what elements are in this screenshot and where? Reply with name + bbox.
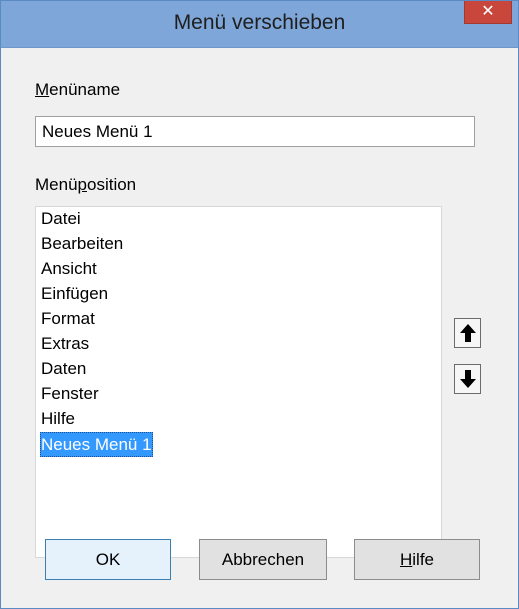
move-up-button[interactable] — [454, 318, 481, 348]
help-button[interactable]: Hilfe — [354, 539, 480, 580]
close-icon: ✕ — [481, 3, 495, 20]
help-button-mnemonic: H — [399, 550, 413, 569]
menuposition-label-before: Menü — [35, 175, 78, 194]
title-bar[interactable]: Menü verschieben ✕ — [1, 1, 518, 48]
list-item-einfuegen[interactable]: Einfügen — [40, 282, 109, 305]
list-item-extras[interactable]: Extras — [40, 332, 90, 355]
list-item-bearbeiten[interactable]: Bearbeiten — [40, 232, 124, 255]
list-item-hilfe[interactable]: Hilfe — [40, 407, 76, 430]
list-item-ansicht[interactable]: Ansicht — [40, 257, 98, 280]
move-down-button[interactable] — [454, 364, 481, 394]
dialog-title: Menü verschieben — [173, 11, 346, 34]
arrow-down-icon — [460, 370, 476, 388]
list-item-format[interactable]: Format — [40, 307, 96, 330]
list-item-neues-menue-selected[interactable]: Neues Menü 1 — [40, 432, 153, 457]
close-button[interactable]: ✕ — [464, 1, 512, 24]
menuname-label-rest: enüname — [49, 80, 121, 99]
menuname-label-mnemonic: M — [35, 80, 50, 99]
menuname-input[interactable] — [35, 116, 475, 147]
arrow-up-icon — [460, 324, 476, 342]
menuposition-label-after: osition — [87, 175, 137, 194]
list-item-fenster[interactable]: Fenster — [40, 382, 100, 405]
dialog-body: Menüname Menüposition Datei Bearbeiten A… — [1, 48, 518, 608]
menuposition-label-mnemonic: p — [77, 175, 87, 194]
dialog-window: Menü verschieben ✕ Menüname Menüposition… — [0, 0, 519, 609]
menuname-label: Menüname — [35, 80, 120, 100]
cancel-button[interactable]: Abbrechen — [199, 539, 327, 580]
help-button-rest: ilfe — [412, 550, 434, 569]
list-item-datei[interactable]: Datei — [40, 207, 82, 230]
menu-position-list[interactable]: Datei Bearbeiten Ansicht Einfügen Format… — [35, 206, 442, 558]
ok-button[interactable]: OK — [45, 539, 171, 580]
list-item-daten[interactable]: Daten — [40, 357, 87, 380]
menuposition-label: Menüposition — [35, 175, 136, 195]
